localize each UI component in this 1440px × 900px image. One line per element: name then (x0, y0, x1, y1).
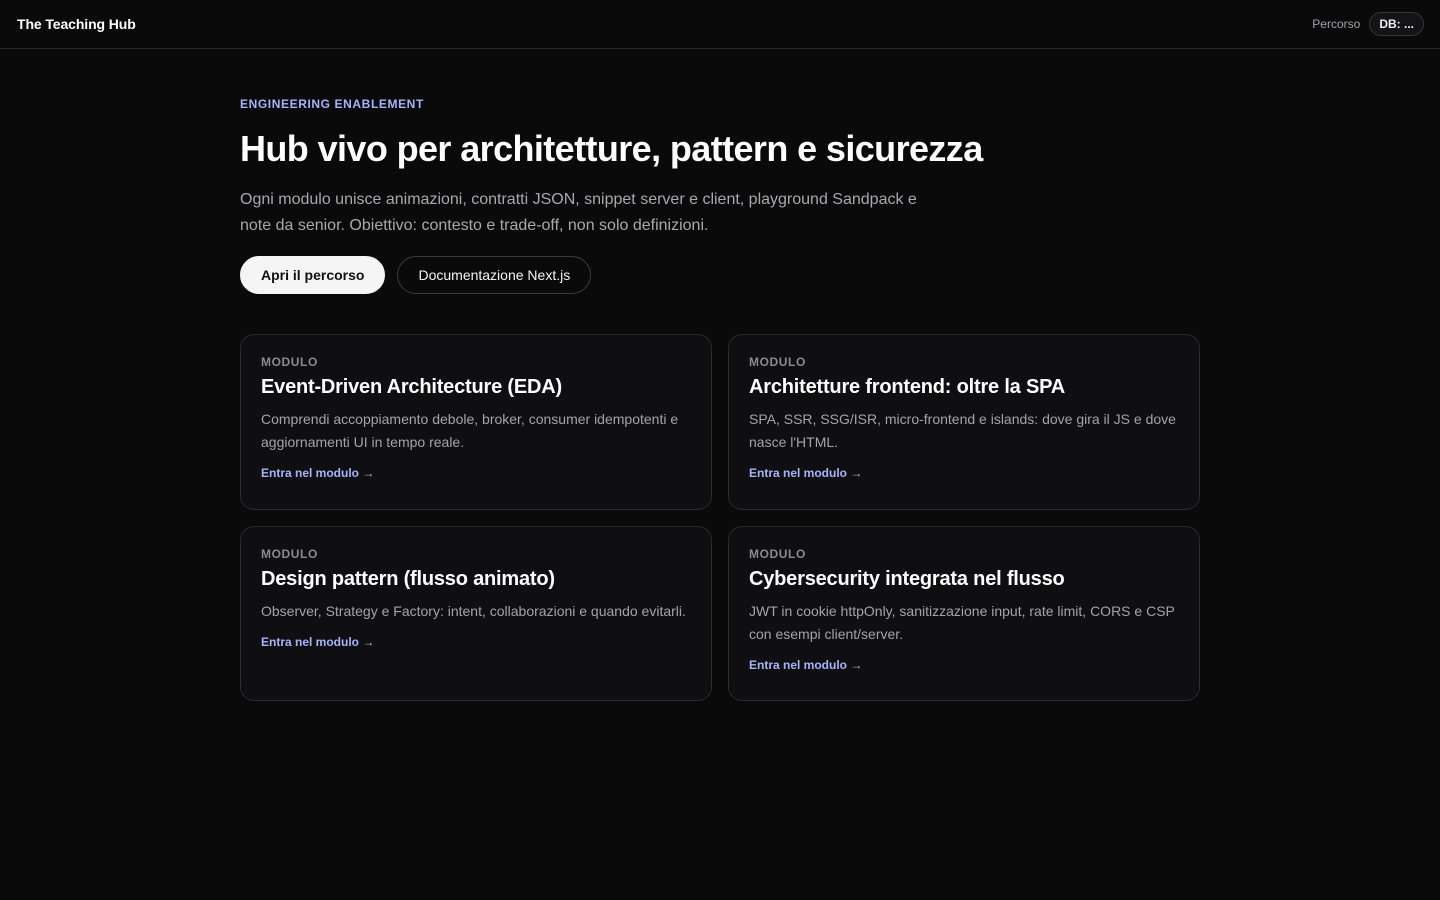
top-nav: Percorso DB: ... (1312, 12, 1424, 36)
module-title: Architetture frontend: oltre la SPA (749, 375, 1065, 398)
module-title: Cybersecurity integrata nel flusso (749, 567, 1065, 590)
module-description: Observer, Strategy e Factory: intent, co… (261, 602, 686, 619)
module-title: Event-Driven Architecture (EDA) (261, 375, 562, 398)
enter-module-link[interactable]: Entra nel modulo → (749, 466, 862, 480)
module-card-frontend[interactable]: MODULO Architetture frontend: oltre la S… (728, 333, 1200, 510)
page-title: Hub vivo per architetture, pattern e sic… (240, 128, 983, 169)
module-eyebrow: MODULO (261, 546, 318, 561)
module-title: Design pattern (flusso animato) (261, 567, 555, 590)
module-eyebrow: MODULO (749, 546, 806, 561)
hero-actions: Apri il percorso Documentazione Next.js (240, 255, 1200, 294)
module-eyebrow: MODULO (261, 354, 318, 369)
db-status-badge: DB: ... (1369, 12, 1424, 36)
module-grid: MODULO Event-Driven Architecture (EDA) C… (240, 333, 1200, 701)
hero-description: Ogni modulo unisce animazioni, contratti… (240, 190, 917, 234)
main-content: ENGINEERING ENABLEMENT Hub vivo per arch… (240, 49, 1200, 701)
nextjs-docs-button[interactable]: Documentazione Next.js (397, 255, 592, 294)
nav-link-percorso[interactable]: Percorso (1312, 17, 1360, 31)
enter-module-link[interactable]: Entra nel modulo → (749, 658, 862, 672)
hero-section: ENGINEERING ENABLEMENT Hub vivo per arch… (240, 97, 1200, 294)
module-card-cybersecurity[interactable]: MODULO Cybersecurity integrata nel fluss… (728, 525, 1200, 701)
module-description: JWT in cookie httpOnly, sanitizzazione i… (749, 602, 1175, 642)
enter-module-link[interactable]: Entra nel modulo → (261, 466, 374, 480)
module-description: Comprendi accoppiamento debole, broker, … (261, 410, 679, 450)
module-description: SPA, SSR, SSG/ISR, micro-frontend e isla… (749, 410, 1176, 450)
module-eyebrow: MODULO (749, 354, 806, 369)
enter-module-link[interactable]: Entra nel modulo → (261, 635, 374, 649)
hero-eyebrow: ENGINEERING ENABLEMENT (240, 97, 424, 111)
top-bar: The Teaching Hub Percorso DB: ... (0, 0, 1440, 49)
brand-link[interactable]: The Teaching Hub (17, 16, 136, 32)
module-card-eda[interactable]: MODULO Event-Driven Architecture (EDA) C… (240, 333, 712, 510)
open-path-button[interactable]: Apri il percorso (240, 255, 386, 294)
module-card-design-patterns[interactable]: MODULO Design pattern (flusso animato) O… (240, 525, 712, 701)
